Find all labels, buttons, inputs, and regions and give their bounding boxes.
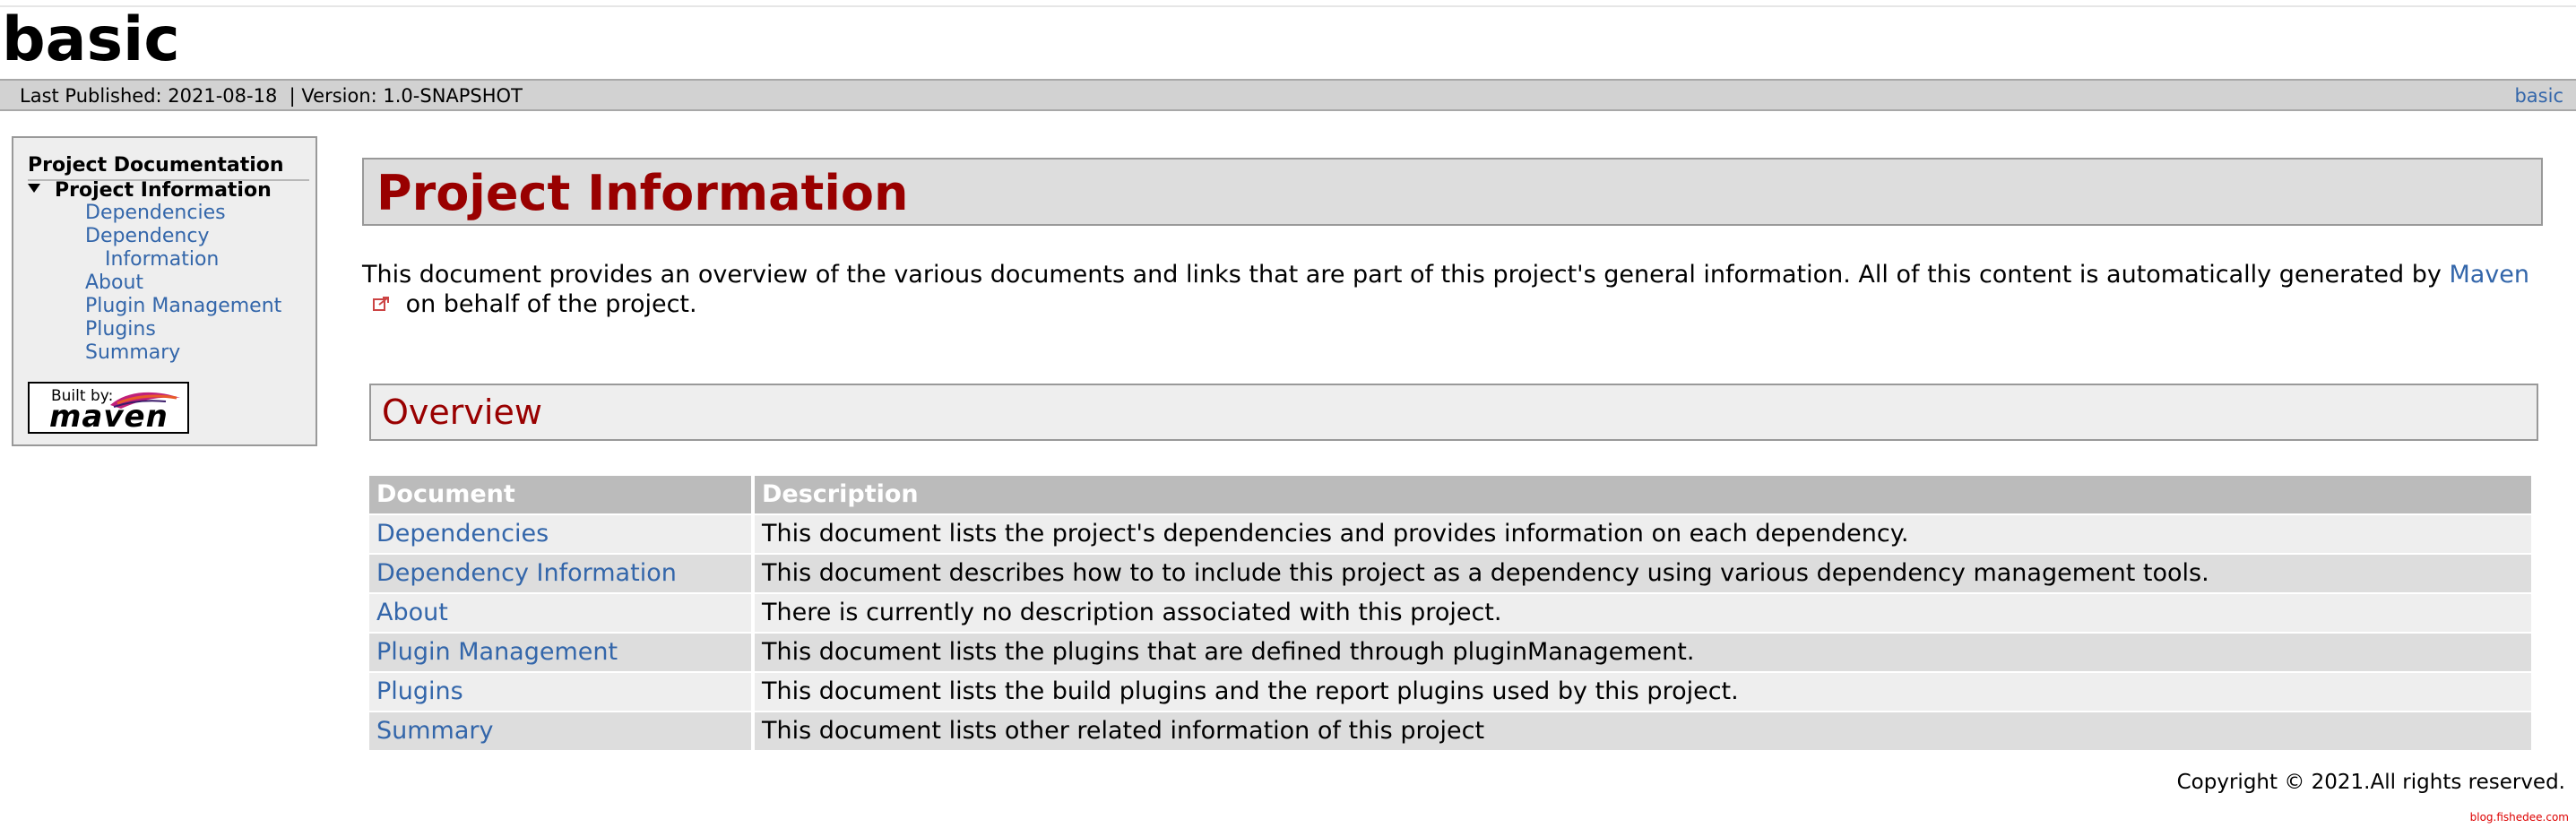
column-header-description: Description [755, 476, 2531, 513]
table-cell-description: This document lists the project's depend… [755, 513, 2531, 553]
table-cell-description: This document lists the build plugins an… [755, 671, 2531, 711]
banner-basic-link[interactable]: basic [2514, 80, 2563, 112]
doc-link-plugins[interactable]: Plugins [376, 677, 463, 705]
nav-current-label: Project Information [55, 179, 272, 202]
nav-item-summary[interactable]: Summary [85, 341, 180, 365]
overview-heading-box: Overview [369, 384, 2538, 441]
nav-item-plugin-management[interactable]: Plugin Management [85, 295, 281, 318]
maven-link[interactable]: Maven [2449, 261, 2529, 289]
nav-item-dependency-line1[interactable]: Dependency [85, 225, 209, 248]
page-heading-box: Project Information [362, 158, 2543, 226]
doc-link-summary[interactable]: Summary [376, 717, 493, 745]
table-row: Dependencies This document lists the pro… [369, 513, 2531, 553]
table-row: Plugins This document lists the build pl… [369, 671, 2531, 711]
left-sidebar: Project Documentation Project Informatio… [12, 136, 317, 446]
table-cell-description: This document lists other related inform… [755, 711, 2531, 750]
intro-text-before: This document provides an overview of th… [362, 261, 2450, 289]
table-cell-document: Dependency Information [369, 553, 755, 592]
built-by-maven-badge[interactable]: Built by: maven [28, 382, 189, 434]
page-title: Project Information [376, 165, 909, 221]
nav-item-dependency-line2[interactable]: Information [105, 248, 219, 272]
nav-item-plugins[interactable]: Plugins [85, 318, 156, 341]
site-title: basic [2, 4, 180, 75]
table-header-row: Document Description [369, 476, 2531, 513]
documents-table: Document Description Dependencies This d… [369, 476, 2531, 750]
nav-item-about[interactable]: About [85, 272, 143, 295]
doc-link-about[interactable]: About [376, 599, 448, 626]
table-row: Plugin Management This document lists th… [369, 632, 2531, 671]
banner-bar: Last Published: 2021-08-18 | Version: 1.… [0, 79, 2576, 111]
expanded-triangle-icon [28, 184, 40, 193]
intro-paragraph: This document provides an overview of th… [362, 260, 2549, 319]
table-row: About There is currently no description … [369, 592, 2531, 632]
table-row: Dependency Information This document des… [369, 553, 2531, 592]
table-cell-description: This document lists the plugins that are… [755, 632, 2531, 671]
nav-current-section[interactable]: Project Information [28, 178, 272, 203]
top-rule [0, 5, 2576, 7]
table-cell-document: Plugin Management [369, 632, 755, 671]
doc-link-plugin-management[interactable]: Plugin Management [376, 638, 618, 666]
intro-text-after: on behalf of the project. [398, 290, 697, 318]
doc-link-dependency-information[interactable]: Dependency Information [376, 559, 677, 587]
copyright-text: Copyright © 2021.All rights reserved. [2176, 771, 2565, 794]
table-cell-description: This document describes how to to includ… [755, 553, 2531, 592]
nav-heading: Project Documentation [28, 152, 309, 181]
table-cell-document: Plugins [369, 671, 755, 711]
watermark-text: blog.fishedee.com [2469, 811, 2569, 824]
table-cell-document: About [369, 592, 755, 632]
publish-info: Last Published: 2021-08-18 | Version: 1.… [20, 85, 523, 107]
table-cell-description: There is currently no description associ… [755, 592, 2531, 632]
column-header-document: Document [369, 476, 755, 513]
nav-item-dependencies[interactable]: Dependencies [85, 202, 226, 225]
table-cell-document: Dependencies [369, 513, 755, 553]
doc-link-dependencies[interactable]: Dependencies [376, 520, 549, 548]
badge-maven-wordmark: maven [49, 399, 169, 435]
table-row: Summary This document lists other relate… [369, 711, 2531, 750]
external-link-icon [373, 297, 389, 311]
table-cell-document: Summary [369, 711, 755, 750]
overview-title: Overview [382, 392, 542, 432]
